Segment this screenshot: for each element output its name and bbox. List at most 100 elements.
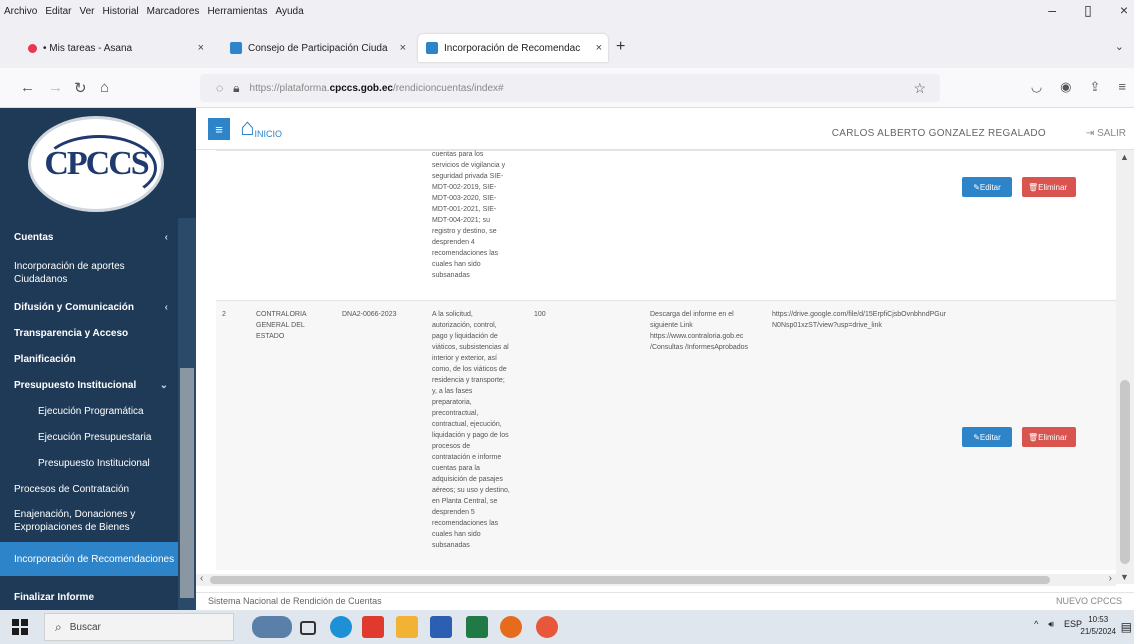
sidebar-item-ejecucion-presupuestaria[interactable]: Ejecución Presupuestaria	[0, 426, 178, 448]
trash-icon: 🗑︎	[1028, 182, 1039, 192]
menu-marcadores[interactable]: Marcadores	[147, 6, 200, 17]
sidebar-item-presupuesto-institucional[interactable]: Presupuesto Institucional	[0, 452, 178, 474]
taskbar-search[interactable]: ⌕ Buscar	[44, 613, 234, 641]
tab-label: Consejo de Participación Ciuda	[248, 42, 388, 54]
url-prefix: https://plataforma.	[249, 82, 330, 94]
table-horizontal-scrollbar[interactable]: ‹ ›	[196, 573, 1116, 586]
footer: Sistema Nacional de Rendición de Cuentas…	[196, 592, 1134, 610]
close-tab-icon[interactable]: ×	[400, 42, 406, 54]
edit-button[interactable]: ✎ Editar	[962, 427, 1012, 447]
url-path: /rendicioncuentas/index#	[392, 82, 504, 94]
forward-icon[interactable]: →	[48, 79, 63, 96]
sidebar-scrollbar[interactable]	[178, 218, 196, 610]
sidebar-item-aportes[interactable]: Incorporación de aportes Ciudadanos	[0, 256, 178, 290]
page-scrollbar[interactable]: ▲ ▼	[1116, 150, 1134, 584]
edit-icon: ✎	[973, 182, 980, 192]
home-link[interactable]: ⌂ INICIO	[240, 114, 282, 142]
maximize-icon[interactable]: ▯	[1084, 2, 1092, 19]
tab-asana[interactable]: • Mis tareas - Asana ×	[20, 34, 210, 62]
row-code: DNA2-0066-2023	[342, 311, 397, 318]
sidebar-item-planificacion[interactable]: Planificación	[0, 348, 178, 370]
weather-widget-icon[interactable]	[252, 616, 292, 638]
sidebar-item-transparencia[interactable]: Transparencia y Acceso	[0, 322, 178, 344]
row-description: A la solicitud, autorización, control, p…	[432, 311, 510, 549]
chrome-icon[interactable]	[536, 616, 558, 638]
firefox-icon[interactable]	[500, 616, 522, 638]
share-icon[interactable]: ⇪	[1090, 79, 1101, 95]
trash-icon: 🗑︎	[1028, 432, 1039, 442]
sidebar-item-difusion[interactable]: Difusión y Comunicación ‹	[0, 296, 178, 318]
reload-icon[interactable]: ↻	[74, 79, 87, 97]
back-icon[interactable]: ←	[20, 79, 35, 96]
url-domain: cpccs.gob.ec	[329, 82, 393, 94]
bookmark-star-icon[interactable]: ☆	[913, 80, 926, 97]
scroll-up-icon[interactable]: ▲	[1120, 152, 1129, 162]
minimize-icon[interactable]: –	[1048, 2, 1056, 19]
cpccs-favicon-icon	[426, 42, 438, 54]
sidebar-item-cuentas[interactable]: Cuentas ‹	[0, 226, 178, 248]
tab-label: • Mis tareas - Asana	[43, 42, 133, 54]
tray-chevron-icon[interactable]: ^	[1034, 619, 1038, 630]
sidebar-item-recomendaciones[interactable]: Incorporación de Recomendaciones	[0, 542, 178, 576]
cpccs-favicon-icon	[230, 42, 242, 54]
close-window-icon[interactable]: ×	[1120, 2, 1128, 19]
sidebar-item-enajenacion[interactable]: Enajenación, Donaciones y Expropiaciones…	[0, 504, 178, 538]
delete-button[interactable]: 🗑︎ Eliminar	[1022, 177, 1076, 197]
clock[interactable]: 10:53 21/5/2024	[1080, 614, 1116, 638]
tab-incorporacion[interactable]: Incorporación de Recomendac ×	[418, 34, 608, 62]
asana-favicon-icon	[28, 43, 37, 53]
logout-link[interactable]: ⇥ SALIR	[1086, 128, 1126, 139]
word-icon[interactable]	[430, 616, 452, 638]
close-tab-icon[interactable]: ×	[596, 42, 602, 54]
menu-herramientas[interactable]: Herramientas	[207, 6, 267, 17]
page-scroll-thumb[interactable]	[1120, 380, 1130, 564]
shield-icon[interactable]: ◌	[216, 81, 223, 95]
scroll-down-icon[interactable]: ▼	[1120, 572, 1129, 582]
sidebar-item-finalizar[interactable]: Finalizar Informe	[0, 586, 178, 608]
close-tab-icon[interactable]: ×	[198, 42, 204, 54]
scroll-left-icon[interactable]: ‹	[200, 573, 203, 584]
extensions-icon[interactable]: ≡	[1118, 79, 1126, 95]
pocket-icon[interactable]: ◡	[1031, 79, 1042, 95]
menu-ver[interactable]: Ver	[79, 6, 94, 17]
row-drive-link[interactable]: https://drive.google.com/file/d/15ErpfiC…	[772, 309, 948, 331]
user-name: CARLOS ALBERTO GONZALEZ REGALADO	[831, 128, 1046, 139]
chevron-down-icon: ⌄	[159, 379, 168, 391]
logout-icon: ⇥	[1085, 128, 1095, 139]
app-icon[interactable]	[362, 616, 384, 638]
menu-historial[interactable]: Historial	[103, 6, 139, 17]
sidebar-item-presupuesto[interactable]: Presupuesto Institucional ⌄	[0, 374, 178, 396]
new-tab-icon[interactable]: +	[616, 38, 625, 56]
home-icon[interactable]: ⌂	[100, 79, 109, 96]
windows-start-icon[interactable]	[12, 619, 28, 635]
edge-icon[interactable]	[330, 616, 352, 638]
excel-icon[interactable]	[466, 616, 488, 638]
row-download-text[interactable]: Descarga del informe en el siguiente Lin…	[650, 309, 762, 353]
lock-icon[interactable]: 🔒︎	[233, 81, 239, 96]
file-explorer-icon[interactable]	[396, 616, 418, 638]
language-indicator[interactable]: ESP	[1064, 619, 1082, 630]
menu-archivo[interactable]: Archivo	[4, 6, 37, 17]
account-icon[interactable]: ◉	[1060, 79, 1071, 95]
notifications-icon[interactable]: ▤	[1121, 620, 1132, 634]
sidebar-item-contratacion[interactable]: Procesos de Contratación	[0, 478, 178, 500]
system-tray: ^ 🔊︎ ESP	[1034, 619, 1082, 630]
tab-consejo[interactable]: Consejo de Participación Ciuda ×	[222, 34, 412, 62]
scroll-right-icon[interactable]: ›	[1109, 573, 1112, 584]
menu-ayuda[interactable]: Ayuda	[275, 6, 303, 17]
sidebar: CPCCS Cuentas ‹ Incorporación de aportes …	[0, 108, 196, 610]
tab-list-chevron-icon[interactable]: ⌄	[1115, 40, 1124, 53]
sidebar-scroll-thumb[interactable]	[180, 368, 194, 598]
delete-button[interactable]: 🗑︎ Eliminar	[1022, 427, 1076, 447]
tab-label: Incorporación de Recomendac	[444, 42, 581, 54]
sidebar-item-ejecucion-programatica[interactable]: Ejecución Programática	[0, 400, 178, 422]
table-scroll-thumb[interactable]	[210, 576, 1050, 584]
volume-icon[interactable]: 🔊︎	[1048, 619, 1054, 630]
task-view-icon[interactable]	[300, 621, 316, 635]
clock-time: 10:53	[1088, 615, 1109, 624]
table-area: cuentas para los servicios de vigilancia…	[196, 150, 1116, 584]
menu-editar[interactable]: Editar	[45, 6, 71, 17]
edit-button[interactable]: ✎ Editar	[962, 177, 1012, 197]
url-bar[interactable]: ◌ 🔒︎ https://plataforma. cpccs.gob.ec/ren…	[200, 74, 940, 102]
menu-toggle-button[interactable]: ≡	[208, 118, 230, 140]
